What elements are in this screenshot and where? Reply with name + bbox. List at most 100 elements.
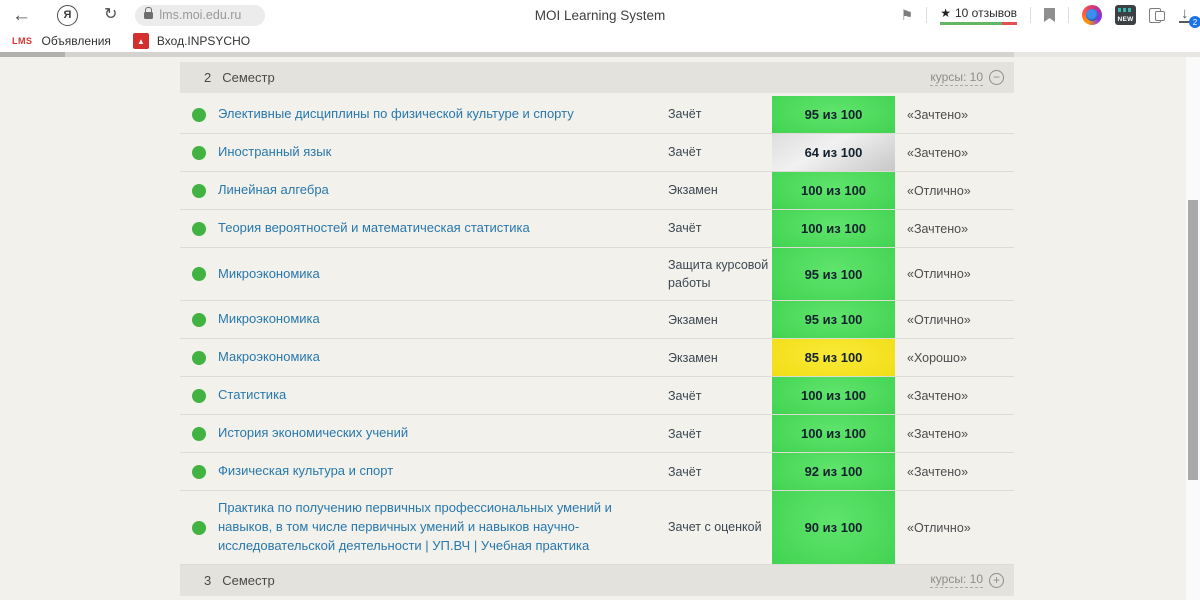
status-dot-icon	[192, 388, 206, 403]
courses-count-link[interactable]: курсы: 10	[930, 70, 983, 86]
course-row: Микроэкономика Защита курсовой работы 95…	[180, 248, 1014, 302]
expand-icon[interactable]: +	[989, 572, 1004, 588]
status-dot-icon	[192, 267, 206, 282]
assessment-type: Зачёт	[668, 145, 702, 160]
course-title-cell: Элективные дисциплины по физической куль…	[218, 97, 668, 132]
grade-text: «Хорошо»	[907, 350, 967, 365]
course-title-cell: Микроэкономика	[218, 302, 668, 337]
translate-flag-icon[interactable]: ⚑	[901, 7, 914, 24]
course-row: Физическая культура и спорт Зачёт 92 из …	[180, 453, 1014, 492]
assessment-type: Зачет с оценкой	[668, 520, 762, 535]
course-row: Элективные дисциплины по физической куль…	[180, 96, 1014, 134]
star-icon: ★	[940, 5, 951, 20]
course-link[interactable]: Физическая культура и спорт	[218, 463, 393, 478]
grade-text: «Зачтено»	[907, 464, 969, 479]
status-dot-cell	[180, 312, 218, 327]
refresh-icon[interactable]: ↻	[104, 7, 117, 23]
bookmark-inpsycho[interactable]: Вход.INPSYCHO	[157, 34, 250, 48]
assessment-type: Зачёт	[668, 464, 702, 479]
bookmark-announcements[interactable]: Объявления	[42, 34, 111, 48]
course-link[interactable]: Статистика	[218, 387, 286, 402]
browser-toolbar: ← Я ↻ lms.moi.edu.ru MOI Learning System…	[0, 0, 1200, 30]
status-dot-icon	[192, 426, 206, 441]
scrollbar-thumb[interactable]	[1188, 200, 1198, 480]
semester-label: Семестр	[222, 70, 275, 85]
yandex-home-icon[interactable]: Я	[57, 4, 78, 26]
back-icon[interactable]: ←	[12, 6, 31, 25]
assessment-type: Экзамен	[668, 350, 718, 365]
grade-text: «Отлично»	[907, 267, 971, 282]
status-dot-cell	[180, 145, 218, 160]
course-link[interactable]: Макроэкономика	[218, 349, 320, 364]
extension-circle-icon[interactable]	[1082, 5, 1102, 25]
course-row: Макроэкономика Экзамен 85 из 100 «Хорошо…	[180, 339, 1014, 378]
status-dot-icon	[192, 464, 206, 479]
download-arrow-icon: ↓	[1181, 5, 1189, 22]
status-dot-cell	[180, 183, 218, 198]
grade-text: «Зачтено»	[907, 221, 969, 236]
score-badge: 95 из 100	[772, 96, 895, 133]
status-dot-cell	[180, 350, 218, 365]
course-row: Теория вероятностей и математическая ста…	[180, 210, 1014, 248]
course-rows: Элективные дисциплины по физической куль…	[180, 93, 1014, 565]
course-row: Иностранный язык Зачёт 64 из 100 «Зачтен…	[180, 134, 1014, 172]
grade-text: «Зачтено»	[907, 107, 969, 122]
status-dot-icon	[192, 520, 206, 535]
new-extension-icon[interactable]: NEW	[1115, 5, 1136, 25]
status-dot-icon	[192, 107, 206, 122]
grade-text: «Зачтено»	[907, 388, 969, 403]
course-link[interactable]: Линейная алгебра	[218, 182, 329, 197]
collections-icon[interactable]	[1149, 7, 1165, 23]
course-link[interactable]: Иностранный язык	[218, 144, 331, 159]
assessment-type: Зачёт	[668, 107, 702, 122]
score-badge: 64 из 100	[772, 134, 895, 171]
collapse-icon[interactable]: −	[989, 70, 1004, 85]
course-link[interactable]: Элективные дисциплины по физической куль…	[218, 106, 574, 121]
course-link[interactable]: Микроэкономика	[218, 311, 320, 326]
page-content: 2 Семестр курсы: 10 − Элективные дисципл…	[0, 57, 1186, 600]
score-badge: 95 из 100	[772, 301, 895, 339]
rating-bar	[940, 21, 1017, 25]
lms-favicon: LMS	[12, 36, 33, 46]
score-badge: 100 из 100	[772, 415, 895, 453]
course-title-cell: Иностранный язык	[218, 135, 668, 170]
status-dot-cell	[180, 221, 218, 236]
url-text: lms.moi.edu.ru	[159, 8, 242, 22]
site-reviews[interactable]: ★ 10 отзывов	[940, 6, 1017, 25]
course-link[interactable]: История экономических учений	[218, 425, 408, 440]
download-count-badge: 2	[1189, 16, 1200, 28]
address-bar[interactable]: lms.moi.edu.ru	[135, 4, 266, 26]
assessment-type: Защита курсовой работы	[668, 258, 769, 291]
grade-text: «Зачтено»	[907, 145, 969, 160]
assessment-type: Зачёт	[668, 426, 702, 441]
grade-text: «Отлично»	[907, 183, 971, 198]
downloads-button[interactable]: ↓ 2	[1178, 5, 1200, 28]
vertical-scrollbar[interactable]	[1186, 57, 1200, 600]
score-badge: 85 из 100	[772, 339, 895, 377]
assessment-type: Экзамен	[668, 183, 718, 198]
course-row: История экономических учений Зачёт 100 и…	[180, 415, 1014, 454]
status-dot-cell	[180, 107, 218, 122]
grade-text: «Отлично»	[907, 520, 971, 535]
course-title-cell: Физическая культура и спорт	[218, 454, 668, 489]
divider	[926, 7, 928, 23]
course-title-cell: Линейная алгебра	[218, 173, 668, 208]
score-badge: 100 из 100	[772, 377, 895, 415]
semester-number: 2	[204, 70, 212, 85]
course-row: Микроэкономика Экзамен 95 из 100 «Отличн…	[180, 301, 1014, 340]
course-link[interactable]: Микроэкономика	[218, 266, 320, 281]
course-link[interactable]: Теория вероятностей и математическая ста…	[218, 220, 530, 235]
semester-label: Семестр	[222, 572, 275, 588]
status-dot-icon	[192, 183, 206, 198]
status-dot-cell	[180, 267, 218, 282]
course-link[interactable]: Практика по получению первичных професси…	[218, 500, 612, 553]
course-title-cell: История экономических учений	[218, 416, 668, 451]
status-dot-cell	[180, 464, 218, 479]
bookmarks-bar: LMS Объявления ▲ Вход.INPSYCHO	[0, 30, 1200, 52]
bookmark-icon[interactable]	[1044, 8, 1055, 22]
status-dot-cell	[180, 388, 218, 403]
courses-count-link[interactable]: курсы: 10	[930, 572, 983, 589]
assessment-type: Зачёт	[668, 221, 702, 236]
lock-icon	[144, 6, 154, 19]
status-dot-icon	[192, 145, 206, 160]
